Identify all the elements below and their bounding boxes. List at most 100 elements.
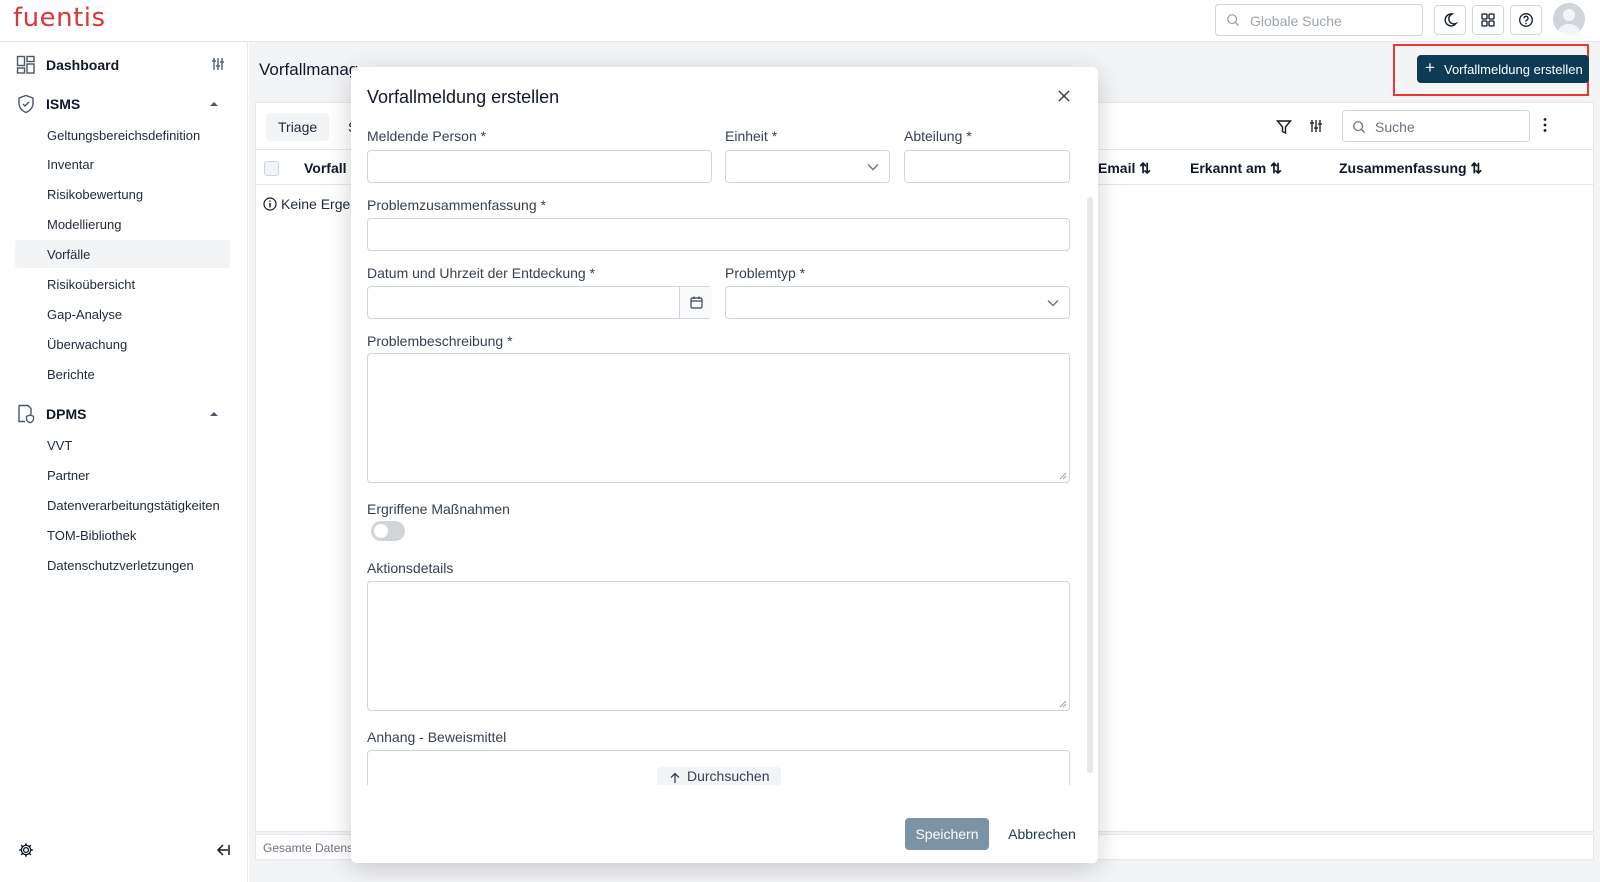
sidebar-item-partner[interactable]: Partner [15,461,230,489]
dashboard-icon [16,55,35,74]
create-incident-label: Vorfallmeldung erstellen [1444,62,1583,77]
sidebar: Dashboard ISMS Geltungsbereichsdefinitio… [0,42,248,882]
customize-icon[interactable] [211,57,225,71]
columns-settings-icon[interactable] [1309,119,1323,133]
save-button[interactable]: Speichern [905,818,989,850]
column-header-label: Email [1098,160,1136,176]
moon-icon [1444,13,1458,27]
sidebar-item-label: Gap-Analyse [47,307,123,322]
sidebar-item-label: Datenschutzverletzungen [47,558,194,573]
sidebar-item-risikobewertung[interactable]: Risikobewertung [15,180,230,208]
attachment-label: Anhang - Beweismittel [367,729,507,745]
plus-icon: + [1425,58,1435,77]
sidebar-item-ueberwachung[interactable]: Überwachung [15,330,230,358]
problem-type-label: Problemtyp * [725,265,806,281]
document-shield-icon [18,404,35,424]
action-details-textarea[interactable] [367,581,1070,711]
department-input[interactable] [904,150,1070,183]
sidebar-item-vorfaelle[interactable]: Vorfälle [15,240,230,268]
column-header-label: Zusammenfassung [1339,160,1467,176]
isms-label: ISMS [46,96,81,112]
sidebar-item-risikouebersicht[interactable]: Risikoübersicht [15,270,230,298]
dashboard-label: Dashboard [46,57,120,73]
no-results-message: Keine Ergeb [263,196,358,212]
global-search-placeholder: Globale Suche [1250,13,1342,29]
problem-type-select[interactable] [725,286,1070,319]
dialog-scrollbar[interactable] [1087,197,1093,773]
reporter-input[interactable] [367,150,712,183]
sidebar-item-label: Überwachung [47,337,128,352]
shield-icon [18,94,34,114]
sidebar-section-dpms[interactable]: DPMS [0,399,248,429]
sidebar-item-vvt[interactable]: VVT [15,431,230,459]
browse-button[interactable]: Durchsuchen [657,767,781,785]
summary-input[interactable] [367,218,1070,251]
sidebar-item-datenverarbeitungstaetigkeiten[interactable]: Datenverarbeitungstätigkeiten [15,491,230,519]
sidebar-item-label: VVT [47,438,73,453]
sidebar-item-geltungsbereichsdefinition[interactable]: Geltungsbereichsdefinition [15,121,230,149]
column-header-vorfall[interactable]: Vorfall [304,160,347,176]
apps-grid-icon [1481,13,1495,27]
upload-icon [670,772,680,783]
help-button[interactable] [1510,5,1542,35]
user-avatar[interactable] [1553,3,1585,35]
column-header-label: Erkannt am [1190,160,1267,176]
sidebar-item-modellierung[interactable]: Modellierung [15,210,230,238]
create-incident-button[interactable]: + Vorfallmeldung erstellen [1417,55,1589,83]
apps-button[interactable] [1472,5,1504,35]
sidebar-item-label: Inventar [47,157,94,172]
sidebar-item-label: Vorfälle [47,247,91,262]
resize-handle-icon[interactable] [1059,472,1067,480]
sidebar-item-label: TOM-Bibliothek [47,528,137,543]
logo: fuentis [13,3,106,33]
table-search-input[interactable]: Suche [1342,110,1530,142]
info-icon [263,197,277,211]
no-results-text: Keine Ergeb [281,196,359,212]
column-header-zusammenfassung[interactable]: Zusammenfassung ⇅ [1339,160,1482,177]
calendar-button[interactable] [679,287,712,318]
dpms-label: DPMS [46,406,87,422]
resize-handle-icon[interactable] [1059,700,1067,708]
global-search-input[interactable]: Globale Suche [1215,4,1423,36]
column-header-email[interactable]: Email ⇅ [1098,160,1151,177]
select-all-checkbox[interactable] [264,161,279,176]
summary-label: Problemzusammenfassung * [367,197,546,213]
description-label: Problembeschreibung * [367,333,513,349]
filter-icon[interactable] [1276,119,1292,135]
measures-label: Ergriffene Maßnahmen [367,501,510,517]
sort-icon: ⇅ [1470,160,1483,176]
unit-select[interactable] [725,150,890,183]
create-incident-dialog: Vorfallmeldung erstellen Meldende Person… [351,67,1098,863]
close-icon[interactable] [1057,89,1071,103]
sidebar-item-tom-bibliothek[interactable]: TOM-Bibliothek [15,521,230,549]
action-details-label: Aktionsdetails [367,560,454,576]
detected-at-input[interactable] [367,286,712,319]
sidebar-section-isms[interactable]: ISMS [0,89,248,119]
tab-triage[interactable]: Triage [266,113,330,141]
gear-icon[interactable] [18,842,34,858]
calendar-icon [690,296,703,309]
top-bar: fuentis Globale Suche [0,0,1600,42]
sidebar-item-label: Risikoübersicht [47,277,136,292]
sidebar-item-berichte[interactable]: Berichte [15,360,230,388]
cancel-button[interactable]: Abbrechen [1005,818,1079,850]
sidebar-item-inventar[interactable]: Inventar [15,150,230,178]
sort-icon: ⇅ [1139,160,1151,176]
sidebar-item-datenschutzverletzungen[interactable]: Datenschutzverletzungen [15,551,230,579]
more-options-icon[interactable] [1542,117,1548,133]
description-textarea[interactable] [367,353,1070,483]
detected-at-label: Datum und Uhrzeit der Entdeckung * [367,265,596,281]
reporter-label: Meldende Person * [367,128,487,144]
sort-icon: ⇅ [1270,160,1282,176]
measures-toggle[interactable] [371,521,405,541]
browse-label: Durchsuchen [687,768,770,784]
collapse-sidebar-icon[interactable] [214,842,230,858]
sidebar-item-dashboard[interactable]: Dashboard [0,50,248,80]
unit-label: Einheit * [725,128,778,144]
column-header-erkannt-am[interactable]: Erkannt am ⇅ [1190,160,1282,177]
chevron-down-icon [867,164,879,171]
help-icon [1519,13,1533,27]
dark-mode-button[interactable] [1434,5,1466,35]
table-search-placeholder: Suche [1375,119,1415,135]
sidebar-item-gap-analyse[interactable]: Gap-Analyse [15,300,230,328]
